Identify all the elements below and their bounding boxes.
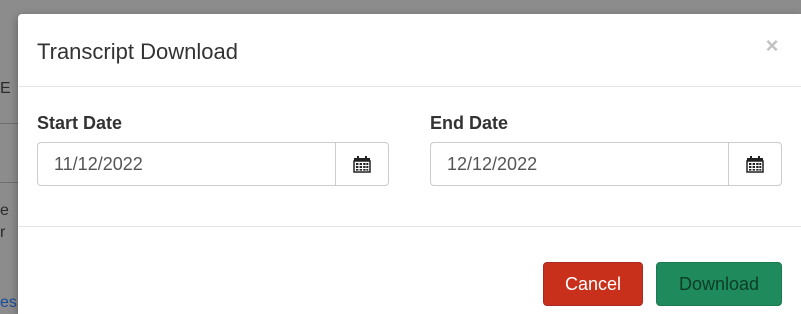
background-text-fragment: r	[0, 224, 6, 241]
background-divider	[0, 182, 18, 183]
transcript-download-modal: Transcript Download × Start Date End Dat…	[18, 14, 801, 314]
modal-footer: Cancel Download	[18, 226, 801, 314]
download-button[interactable]: Download	[656, 262, 782, 306]
background-divider	[0, 123, 18, 124]
end-date-label: End Date	[430, 113, 509, 133]
end-date-input[interactable]	[430, 142, 728, 186]
cancel-button[interactable]: Cancel	[543, 262, 643, 306]
background-text-fragment: e	[0, 202, 9, 219]
calendar-icon	[746, 155, 764, 173]
start-date-calendar-button[interactable]	[335, 142, 389, 186]
end-date-calendar-button[interactable]	[728, 142, 782, 186]
modal-title: Transcript Download	[37, 39, 238, 64]
calendar-icon	[353, 155, 371, 173]
modal-header: Transcript Download ×	[18, 14, 801, 87]
close-button[interactable]: ×	[762, 35, 782, 57]
background-text-fragment: E	[0, 80, 11, 97]
start-date-label: Start Date	[37, 113, 123, 133]
start-date-input[interactable]	[37, 142, 335, 186]
background-link-fragment[interactable]: es	[0, 294, 17, 312]
start-date-input-group	[37, 142, 389, 186]
end-date-input-group	[430, 142, 782, 186]
